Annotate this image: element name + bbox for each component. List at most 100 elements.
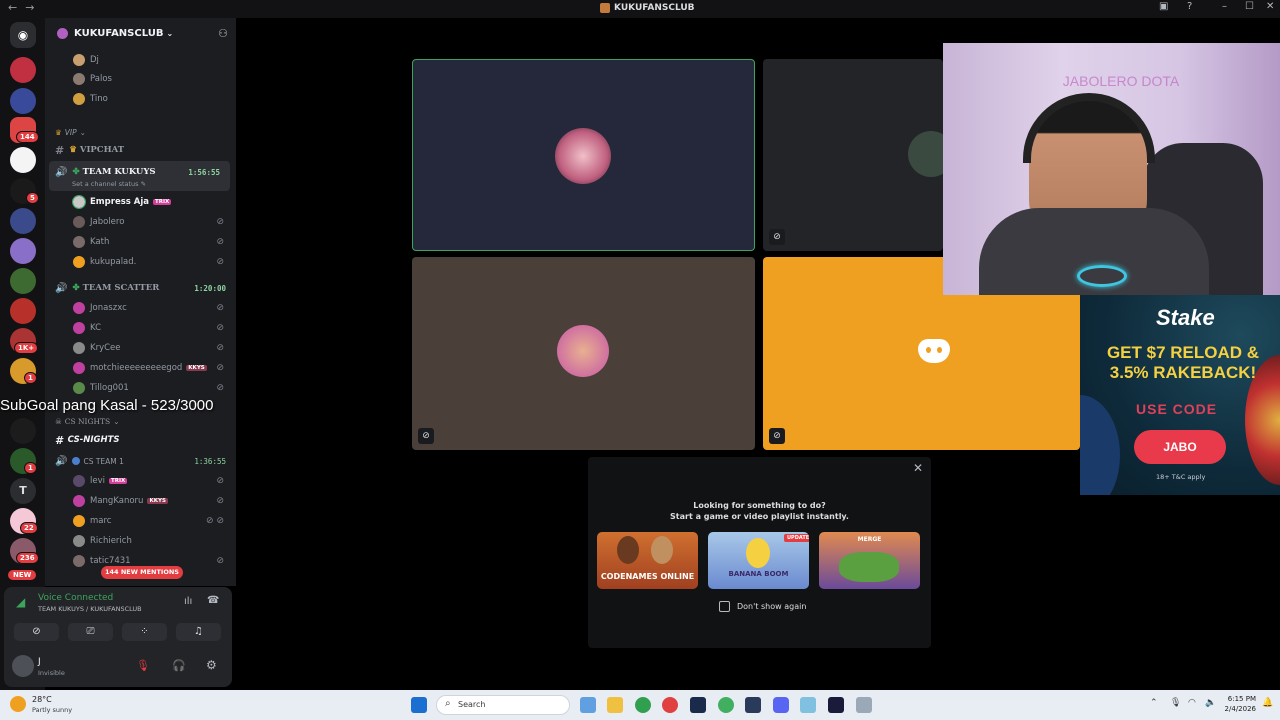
ad-code-button[interactable]: JABO [1134, 430, 1226, 464]
headphones-icon[interactable]: 🎧 [172, 659, 186, 672]
voice-user[interactable]: Tino [45, 90, 236, 108]
voice-user[interactable]: kukupalad. ⊘ [45, 253, 236, 271]
voice-user[interactable]: marc ⊘ ⊘ [45, 512, 236, 530]
app-icon[interactable] [745, 697, 761, 713]
camera-off-button[interactable]: ⊘ [14, 623, 59, 641]
windows-start-icon[interactable] [411, 697, 427, 713]
server-icon[interactable]: 22 [10, 508, 38, 534]
notepad-icon[interactable] [800, 697, 816, 713]
steam-icon[interactable] [690, 697, 706, 713]
discord-icon[interactable] [773, 697, 789, 713]
settings-gear-icon[interactable]: ⚙ [206, 658, 217, 672]
taskbar-search[interactable]: ⌕ Search [436, 695, 570, 715]
close-icon[interactable]: ✕ [913, 461, 923, 475]
voice-user[interactable]: Kath ⊘ [45, 233, 236, 251]
channel-vipchat[interactable]: # ♛ VIPCHAT [45, 141, 236, 159]
new-mentions-pill[interactable]: 144 NEW MENTIONS [101, 566, 183, 579]
voice-user[interactable]: MangKanoru KKYS ⊘ [45, 492, 236, 510]
forward-icon[interactable]: → [25, 1, 34, 14]
voice-user[interactable]: Empress Aja TRIX [45, 193, 236, 211]
server-icon[interactable] [10, 418, 36, 444]
game-card-codenames[interactable]: CODENAMES ONLINE [597, 532, 698, 589]
game-card-banana-boom[interactable]: UPDATE BANANA BOOM [708, 532, 809, 589]
weather-desc[interactable]: Partly sunny [32, 706, 72, 714]
voice-status[interactable]: Voice Connected [38, 593, 113, 603]
voice-user[interactable]: Dj [45, 51, 236, 69]
server-icon[interactable] [10, 268, 36, 294]
channel-team-kukuys[interactable]: 🔊 ✤ TEAM KUKUYS 1:56:55 Set a channel statu… [49, 161, 230, 191]
voice-location[interactable]: TEAM KUKUYS / KUKUFANSCLUB [38, 605, 142, 613]
clock-date[interactable]: 2/4/2026 [1222, 705, 1256, 713]
dont-show-checkbox[interactable] [719, 601, 730, 612]
close-button[interactable]: ✕ [1266, 1, 1274, 12]
server-icon[interactable] [10, 147, 36, 173]
server-icon[interactable]: T [10, 478, 36, 504]
server-icon[interactable]: 236 [10, 538, 39, 564]
tray-chevron-icon[interactable]: ⌃ [1150, 698, 1158, 708]
popup-subheading: Start a game or video playlist instantly… [670, 512, 849, 521]
server-icon[interactable]: 1 [10, 358, 37, 384]
invite-icon[interactable]: ⚇ [218, 27, 228, 40]
channel-status[interactable]: Set a channel status ✎ [72, 180, 146, 188]
category-cs-nights[interactable]: ☠ CS NIGHTS ⌄ [45, 412, 236, 430]
copilot-icon[interactable] [580, 697, 596, 713]
minimize-button[interactable]: – [1222, 1, 1227, 12]
server-icon[interactable]: 144 [10, 117, 39, 143]
chrome-icon[interactable] [635, 697, 651, 713]
microphone-icon[interactable]: 🎙 [1170, 698, 1181, 708]
server-icon[interactable]: 5 [10, 178, 39, 204]
server-icon[interactable] [10, 88, 36, 114]
video-tile-speaking[interactable] [412, 59, 755, 251]
user-name[interactable]: J [38, 657, 41, 667]
server-icon[interactable] [10, 298, 36, 324]
game-card-merge[interactable]: MERGE [819, 532, 920, 589]
file-explorer-icon[interactable] [607, 697, 623, 713]
channel-cs-team[interactable]: 🔊 CS TEAM 1 1:36:55 [45, 452, 236, 470]
chrome-icon[interactable] [718, 697, 734, 713]
weather-temp[interactable]: 28°C [32, 695, 52, 704]
server-icon[interactable] [10, 208, 36, 234]
maximize-button[interactable]: ☐ [1245, 1, 1254, 12]
discord-home-icon[interactable]: ◉ [10, 22, 36, 48]
snipping-tool-icon[interactable] [856, 697, 872, 713]
back-icon[interactable]: ← [8, 1, 17, 14]
category-vip[interactable]: ♛ VIP ⌄ [45, 123, 236, 141]
voice-user[interactable]: Palos [45, 70, 236, 88]
voice-user[interactable]: motchieeeeeeeeegod KKYS ⊘ [45, 359, 236, 377]
clock-time[interactable]: 6:15 PM [1226, 695, 1256, 703]
help-icon[interactable]: ? [1187, 1, 1192, 12]
user-avatar[interactable] [12, 655, 34, 677]
screen-share-button[interactable]: ⎚ [68, 623, 113, 641]
channel-cs-nights[interactable]: # CS-NIGHTS [45, 431, 236, 449]
mic-muted-icon[interactable]: 🎙 [136, 659, 150, 672]
role-tag: KKYS [186, 365, 207, 371]
chrome-icon[interactable] [662, 697, 678, 713]
server-icon[interactable] [10, 57, 36, 83]
voice-user[interactable]: Richierich [45, 532, 236, 550]
wifi-icon[interactable]: ◠ [1188, 698, 1196, 708]
noise-suppression-icon[interactable]: ılı [184, 596, 192, 607]
voice-user[interactable]: Jabolero ⊘ [45, 213, 236, 231]
voice-user[interactable]: Tillog001 ⊘ [45, 379, 236, 397]
inbox-icon[interactable]: ▣ [1159, 1, 1168, 12]
volume-icon[interactable]: 🔈 [1205, 698, 1216, 708]
app-icon[interactable] [828, 697, 844, 713]
server-header[interactable]: KUKUFANSCLUB ⌄ ⚇ [45, 18, 236, 48]
voice-user[interactable]: KryCee ⊘ [45, 339, 236, 357]
channel-team-scatter[interactable]: 🔊 ✤ TEAM SCATTER 1:20:00 [45, 279, 236, 297]
server-icon[interactable] [10, 238, 36, 264]
video-tile[interactable]: ⊘ [763, 59, 943, 251]
nav-arrows[interactable]: ← → [8, 1, 42, 14]
notification-icon[interactable]: 🔔 [1262, 698, 1273, 708]
voice-user[interactable]: Jonaszxc ⊘ [45, 299, 236, 317]
activities-button[interactable]: ⁘ [122, 623, 167, 641]
soundboard-button[interactable]: ♫ [176, 623, 221, 641]
server-icon[interactable]: 1K+ [10, 328, 39, 354]
server-icon[interactable]: 1 [10, 448, 37, 474]
disconnect-icon[interactable]: ☎ [207, 595, 219, 606]
new-badge[interactable]: NEW [7, 569, 38, 581]
voice-user[interactable]: levi TRIX ⊘ [45, 472, 236, 490]
voice-user[interactable]: KC ⊘ [45, 319, 236, 337]
video-tile[interactable]: ⊘ [412, 257, 755, 450]
weather-icon[interactable] [10, 696, 26, 712]
